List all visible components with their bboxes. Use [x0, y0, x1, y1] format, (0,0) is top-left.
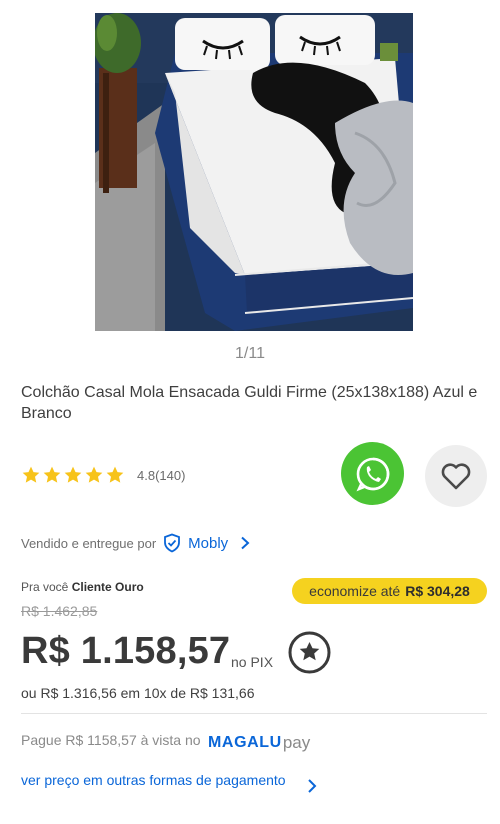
rating-text: 4.8(140) — [137, 467, 186, 483]
other-payment-forms-link[interactable]: ver preço em outras formas de pagamento — [21, 772, 286, 788]
chevron-right-icon — [241, 536, 250, 550]
favorite-button[interactable] — [425, 445, 487, 507]
star-icon — [85, 466, 103, 483]
divider — [21, 713, 487, 714]
whatsapp-share-button[interactable] — [341, 442, 404, 505]
pay-wordmark: pay — [282, 733, 311, 752]
installments-text: ou R$ 1.316,56 em 10x de R$ 131,66 — [21, 685, 255, 701]
whatsapp-icon — [355, 457, 389, 491]
seller-name[interactable]: Mobly — [188, 535, 228, 552]
savings-value: R$ 304,28 — [405, 583, 470, 599]
star-icon — [22, 466, 40, 483]
star-badge-icon[interactable] — [288, 631, 331, 674]
product-image[interactable] — [93, 13, 414, 331]
price: R$ 1.158,57 — [21, 630, 231, 672]
star-icon — [106, 466, 124, 483]
seller-row[interactable]: Vendido e entregue por Mobly — [21, 530, 252, 556]
seller-prefix: Vendido e entregue por — [21, 535, 157, 551]
customer-tier-line: Pra você Cliente Ouro — [21, 580, 144, 594]
magalupay-logo: MAGALU pay — [208, 733, 310, 753]
image-counter: 1/11 — [235, 345, 265, 362]
verified-shield-icon — [164, 533, 181, 553]
rating[interactable]: 4.8(140) — [21, 465, 185, 485]
chevron-right-icon[interactable] — [305, 778, 319, 794]
magalu-wordmark: MAGALU — [208, 734, 282, 751]
savings-label: economize até — [309, 583, 401, 599]
star-icon — [43, 466, 61, 483]
customer-tier: Cliente Ouro — [71, 580, 144, 594]
savings-badge: economize até R$ 304,28 — [292, 578, 487, 604]
heart-icon — [441, 463, 471, 490]
product-title: Colchão Casal Mola Ensacada Guldi Firme … — [21, 384, 478, 422]
star-icon — [64, 466, 82, 483]
old-price: R$ 1.462,85 — [21, 603, 98, 619]
customer-prefix: Pra você — [21, 580, 69, 594]
price-pix-label: no PIX — [231, 654, 274, 670]
magalupay-text: Pague R$ 1158,57 à vista no — [21, 732, 201, 748]
